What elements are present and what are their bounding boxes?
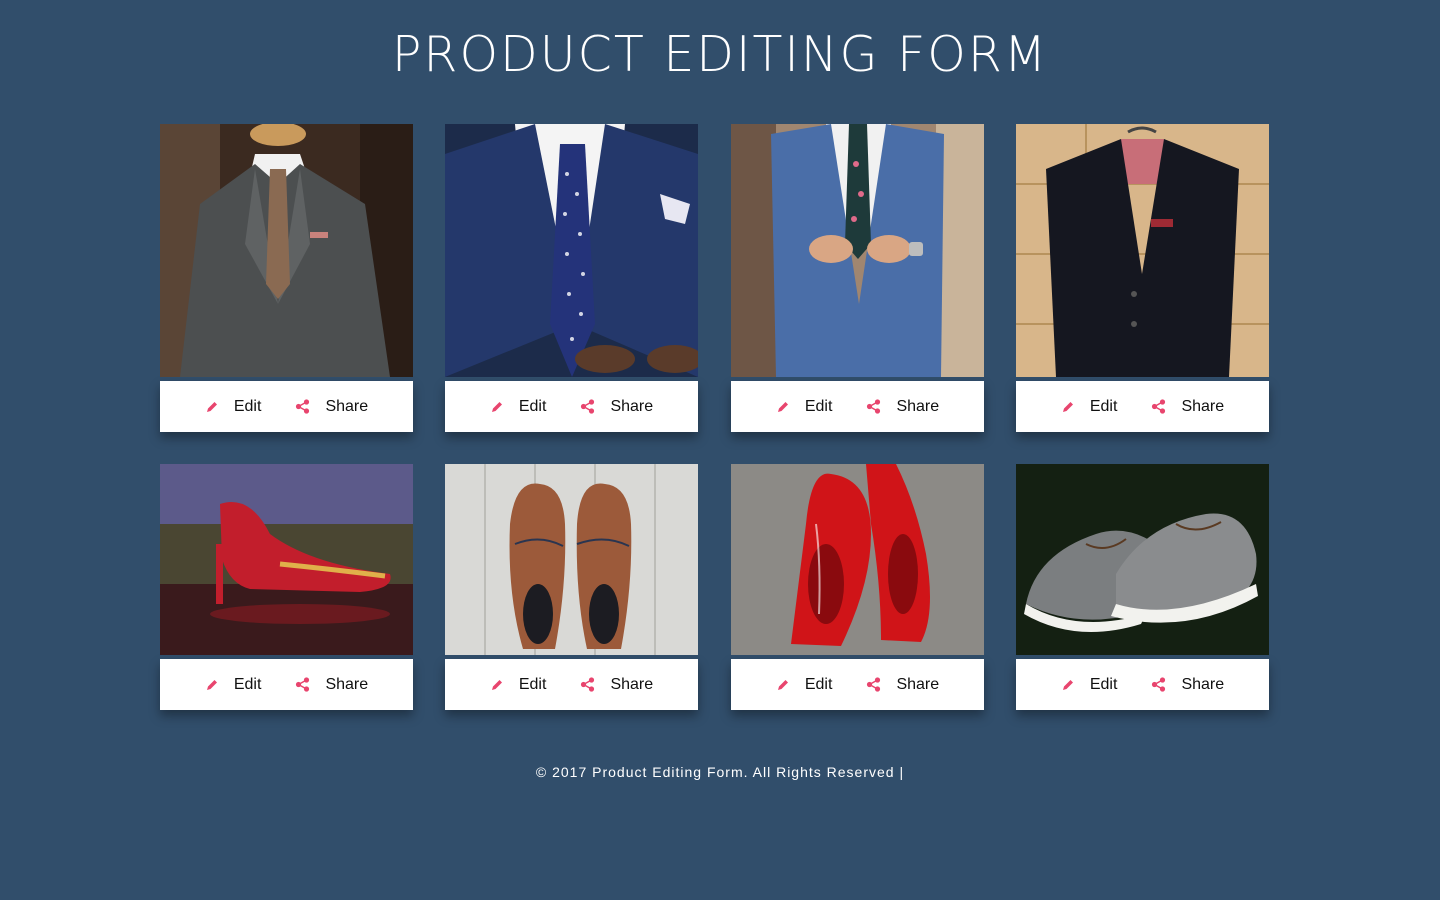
share-icon — [1152, 399, 1166, 414]
pencil-icon — [1062, 401, 1073, 412]
edit-label: Edit — [804, 675, 833, 693]
pencil-icon — [777, 401, 788, 412]
share-button[interactable]: Share — [866, 676, 939, 694]
share-label: Share — [610, 675, 654, 693]
share-button[interactable]: Share — [866, 398, 939, 416]
card-actions: Edit Share — [445, 381, 698, 432]
edit-button[interactable]: Edit — [1061, 675, 1118, 694]
share-icon — [296, 677, 310, 692]
edit-button[interactable]: Edit — [490, 675, 547, 694]
share-label: Share — [1181, 397, 1225, 415]
pencil-icon — [206, 679, 217, 690]
product-image-grey-sneakers[interactable] — [1016, 464, 1269, 655]
edit-button[interactable]: Edit — [776, 675, 833, 694]
product-image-brown-oxfords[interactable] — [445, 464, 698, 655]
card-actions: Edit Share — [731, 659, 984, 710]
edit-button[interactable]: Edit — [1061, 397, 1118, 416]
product-row: Edit Share Edit Share Edit Share Edit Sh… — [160, 124, 1270, 464]
pencil-icon — [491, 679, 502, 690]
pencil-icon — [206, 401, 217, 412]
share-icon — [581, 677, 595, 692]
pencil-icon — [1062, 679, 1073, 690]
edit-label: Edit — [518, 397, 547, 415]
pencil-icon — [777, 679, 788, 690]
product-card: Edit Share — [1016, 464, 1269, 710]
share-button[interactable]: Share — [580, 398, 653, 416]
share-label: Share — [896, 675, 940, 693]
product-card: Edit Share — [445, 124, 698, 432]
share-button[interactable]: Share — [295, 676, 368, 694]
share-button[interactable]: Share — [295, 398, 368, 416]
share-label: Share — [896, 397, 940, 415]
page-title: PRODUCT EDITING FORM — [391, 26, 1049, 83]
card-actions: Edit Share — [731, 381, 984, 432]
card-actions: Edit Share — [160, 381, 413, 432]
card-actions: Edit Share — [160, 659, 413, 710]
share-label: Share — [325, 397, 369, 415]
edit-button[interactable]: Edit — [205, 675, 262, 694]
product-image-red-embroidered-heel[interactable] — [160, 464, 413, 655]
edit-button[interactable]: Edit — [776, 397, 833, 416]
product-card: Edit Share — [1016, 124, 1269, 432]
product-image-black-blazer[interactable] — [1016, 124, 1269, 377]
card-actions: Edit Share — [1016, 659, 1269, 710]
edit-label: Edit — [1089, 675, 1118, 693]
edit-label: Edit — [1089, 397, 1118, 415]
product-card: Edit Share — [445, 464, 698, 710]
share-label: Share — [610, 397, 654, 415]
edit-label: Edit — [233, 675, 262, 693]
product-card: Edit Share — [731, 124, 984, 432]
edit-button[interactable]: Edit — [490, 397, 547, 416]
share-button[interactable]: Share — [580, 676, 653, 694]
share-label: Share — [1181, 675, 1225, 693]
product-card: Edit Share — [160, 464, 413, 710]
product-row: Edit Share Edit Share Edit Share Edit Sh… — [160, 464, 1270, 804]
share-button[interactable]: Share — [1151, 676, 1224, 694]
share-icon — [867, 399, 881, 414]
edit-label: Edit — [233, 397, 262, 415]
edit-label: Edit — [518, 675, 547, 693]
edit-label: Edit — [804, 397, 833, 415]
edit-button[interactable]: Edit — [205, 397, 262, 416]
share-icon — [867, 677, 881, 692]
product-card: Edit Share — [160, 124, 413, 432]
product-grid: Edit Share Edit Share Edit Share Edit Sh… — [160, 124, 1270, 804]
card-actions: Edit Share — [445, 659, 698, 710]
share-button[interactable]: Share — [1151, 398, 1224, 416]
product-card: Edit Share — [731, 464, 984, 710]
share-icon — [581, 399, 595, 414]
product-image-grey-suit[interactable] — [160, 124, 413, 377]
footer-copyright: © 2017 Product Editing Form. All Rights … — [535, 764, 905, 780]
product-image-blue-suit[interactable] — [731, 124, 984, 377]
card-actions: Edit Share — [1016, 381, 1269, 432]
share-label: Share — [325, 675, 369, 693]
product-image-red-patent-heels[interactable] — [731, 464, 984, 655]
share-icon — [1152, 677, 1166, 692]
pencil-icon — [491, 401, 502, 412]
product-image-navy-suit[interactable] — [445, 124, 698, 377]
share-icon — [296, 399, 310, 414]
